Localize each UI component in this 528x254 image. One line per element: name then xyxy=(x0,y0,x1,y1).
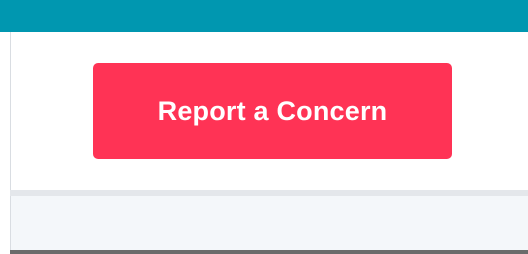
page-frame: Report a Concern xyxy=(0,0,528,254)
top-header-bar xyxy=(0,0,528,32)
lower-panel xyxy=(10,196,528,250)
left-gutter xyxy=(0,32,10,254)
report-concern-button[interactable]: Report a Concern xyxy=(93,63,452,159)
bottom-edge xyxy=(10,250,528,254)
